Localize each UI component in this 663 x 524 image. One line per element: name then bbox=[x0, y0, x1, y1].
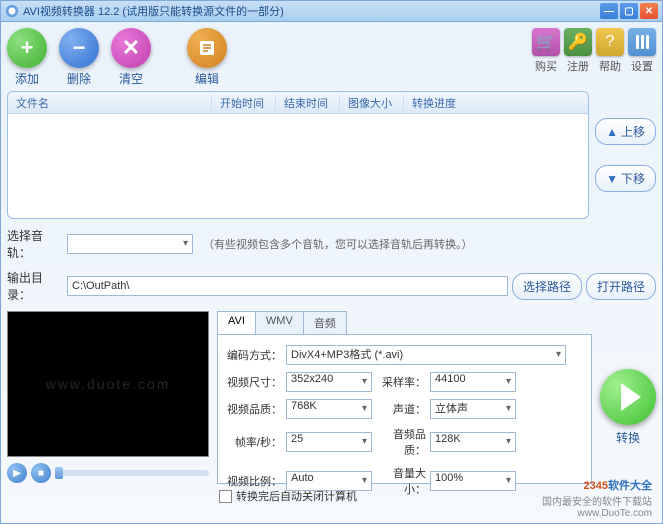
register-label: 注册 bbox=[567, 58, 589, 74]
file-list[interactable]: 文件名 开始时间 结束时间 图像大小 转换进度 bbox=[7, 91, 589, 219]
chevron-up-icon: ▲ bbox=[606, 125, 618, 139]
convert-button[interactable] bbox=[600, 369, 656, 425]
stop-button[interactable]: ■ bbox=[31, 463, 51, 483]
slider-thumb[interactable] bbox=[55, 467, 63, 479]
brand-text: 软件大全 bbox=[608, 480, 652, 492]
tools-icon bbox=[628, 28, 656, 56]
cart-icon: 🛒 bbox=[532, 28, 560, 56]
brand-url: www.DuoTe.com bbox=[542, 508, 652, 519]
volume-select[interactable]: 100% bbox=[430, 471, 516, 491]
choose-path-button[interactable]: 选择路径 bbox=[512, 273, 582, 300]
main-content: + 添加 − 删除 ✕ 清空 编辑 🛒 购买 bbox=[0, 22, 663, 524]
size-select[interactable]: 352x240 bbox=[286, 372, 372, 392]
add-label: 添加 bbox=[15, 70, 39, 87]
key-icon: 🔑 bbox=[564, 28, 592, 56]
move-down-label: 下移 bbox=[621, 170, 645, 187]
move-up-button[interactable]: ▲上移 bbox=[595, 118, 656, 145]
sample-select[interactable]: 44100 bbox=[430, 372, 516, 392]
seek-slider[interactable] bbox=[55, 470, 209, 476]
channel-select[interactable]: 立体声 bbox=[430, 399, 516, 419]
col-end-time[interactable]: 结束时间 bbox=[276, 95, 340, 111]
brand-number: 2345 bbox=[584, 480, 608, 492]
chevron-down-icon: ▼ bbox=[606, 172, 618, 186]
ratio-select[interactable]: Auto bbox=[286, 471, 372, 491]
col-image-size[interactable]: 图像大小 bbox=[340, 95, 404, 111]
open-path-button[interactable]: 打开路径 bbox=[586, 273, 656, 300]
tab-avi[interactable]: AVI bbox=[217, 311, 256, 334]
ratio-label: 视频比例： bbox=[226, 473, 282, 489]
minimize-button[interactable]: — bbox=[600, 3, 618, 19]
add-button[interactable]: + 添加 bbox=[7, 28, 47, 87]
tab-wmv[interactable]: WMV bbox=[255, 311, 304, 334]
convert-label: 转换 bbox=[616, 429, 640, 446]
help-label: 帮助 bbox=[599, 58, 621, 74]
aquality-label: 音频品质： bbox=[376, 426, 426, 458]
col-filename[interactable]: 文件名 bbox=[8, 95, 212, 111]
delete-label: 删除 bbox=[67, 70, 91, 87]
brand-footer: 2345软件大全 国内最安全的软件下载站 www.DuoTe.com bbox=[542, 477, 652, 519]
register-button[interactable]: 🔑 注册 bbox=[564, 28, 592, 74]
tab-audio[interactable]: 音频 bbox=[303, 311, 347, 334]
move-up-label: 上移 bbox=[621, 123, 645, 140]
output-path-input[interactable] bbox=[67, 276, 508, 296]
shutdown-checkbox[interactable] bbox=[219, 490, 232, 503]
settings-button[interactable]: 设置 bbox=[628, 28, 656, 74]
channel-label: 声道： bbox=[376, 401, 426, 417]
fps-label: 帧率/秒： bbox=[226, 434, 282, 450]
minus-icon: − bbox=[59, 28, 99, 68]
clear-button[interactable]: ✕ 清空 bbox=[111, 28, 151, 87]
output-label: 输出目录： bbox=[7, 269, 63, 303]
track-label: 选择音轨： bbox=[7, 227, 63, 261]
volume-label: 音量大小： bbox=[376, 465, 426, 497]
toolbar: + 添加 − 删除 ✕ 清空 编辑 🛒 购买 bbox=[7, 28, 656, 87]
clear-label: 清空 bbox=[119, 70, 143, 87]
title-bar: AVI视频转换器 12.2 (试用版只能转换源文件的一部分) — ▢ ✕ bbox=[0, 0, 663, 22]
x-icon: ✕ bbox=[111, 28, 151, 68]
brand-tagline: 国内最安全的软件下载站 bbox=[542, 493, 652, 508]
watermark-text: www.duote.com bbox=[46, 376, 171, 392]
edit-label: 编辑 bbox=[195, 70, 219, 87]
encode-label: 编码方式： bbox=[226, 347, 282, 363]
settings-label: 设置 bbox=[631, 58, 653, 74]
close-button[interactable]: ✕ bbox=[640, 3, 658, 19]
vquality-select[interactable]: 768K bbox=[286, 399, 372, 419]
aquality-select[interactable]: 128K bbox=[430, 432, 516, 452]
col-start-time[interactable]: 开始时间 bbox=[212, 95, 276, 111]
buy-button[interactable]: 🛒 购买 bbox=[532, 28, 560, 74]
question-icon: ? bbox=[596, 28, 624, 56]
edit-button[interactable]: 编辑 bbox=[187, 28, 227, 87]
move-down-button[interactable]: ▼下移 bbox=[595, 165, 656, 192]
play-button[interactable]: ▶ bbox=[7, 463, 27, 483]
sample-label: 采样率： bbox=[376, 374, 426, 390]
encode-select[interactable]: DivX4+MP3格式 (*.avi) bbox=[286, 345, 566, 365]
fps-select[interactable]: 25 bbox=[286, 432, 372, 452]
track-select[interactable] bbox=[67, 234, 193, 254]
file-list-header: 文件名 开始时间 结束时间 图像大小 转换进度 bbox=[8, 92, 588, 114]
vquality-label: 视频品质： bbox=[226, 401, 282, 417]
maximize-button[interactable]: ▢ bbox=[620, 3, 638, 19]
app-icon bbox=[5, 4, 19, 18]
size-label: 视频尺寸： bbox=[226, 374, 282, 390]
track-hint: （有些视频包含多个音轨，您可以选择音轨后再转换。） bbox=[203, 236, 473, 252]
delete-button[interactable]: − 删除 bbox=[59, 28, 99, 87]
window-title: AVI视频转换器 12.2 (试用版只能转换源文件的一部分) bbox=[23, 3, 600, 19]
tab-panel: 编码方式： DivX4+MP3格式 (*.avi) 视频尺寸： 352x240 … bbox=[217, 334, 592, 484]
help-button[interactable]: ? 帮助 bbox=[596, 28, 624, 74]
buy-label: 购买 bbox=[535, 58, 557, 74]
plus-icon: + bbox=[7, 28, 47, 68]
edit-icon bbox=[187, 28, 227, 68]
col-progress[interactable]: 转换进度 bbox=[404, 95, 588, 111]
video-preview: www.duote.com bbox=[7, 311, 209, 457]
